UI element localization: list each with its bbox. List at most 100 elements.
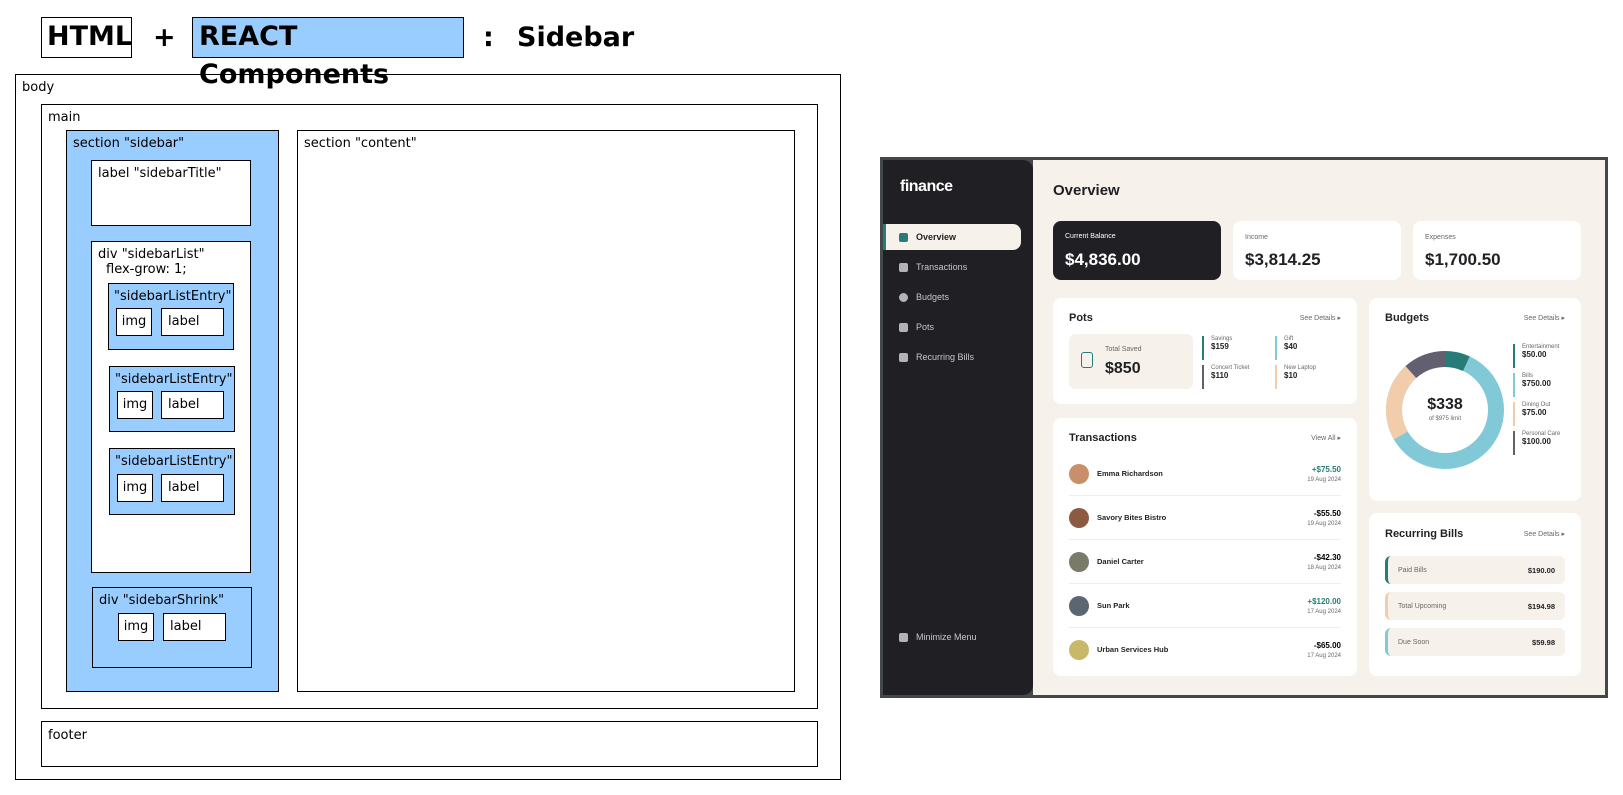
html-tag-box: HTML <box>41 17 132 58</box>
nav-label: Transactions <box>916 262 968 272</box>
total-saved-label: Total Saved <box>1105 346 1142 353</box>
tx-date: 18 Aug 2024 <box>1307 564 1341 571</box>
budget-center-value: $338 <box>1427 396 1463 413</box>
transaction-row[interactable]: Emma Richardson +$75.50 19 Aug 2024 <box>1069 452 1341 496</box>
pie-icon <box>899 292 908 302</box>
minimize-menu-button[interactable]: Minimize Menu <box>883 624 977 650</box>
bill-name: Due Soon <box>1398 638 1430 646</box>
sidebar-title-box: label "sidebarTitle" <box>91 160 251 226</box>
pot-value: $10 <box>1284 371 1298 380</box>
bill-row-paid: Paid Bills $190.00 <box>1385 556 1565 584</box>
pot-item-concert: Concert Ticket $110 <box>1202 365 1249 389</box>
avatar <box>1069 639 1089 660</box>
pot-value: $110 <box>1211 371 1229 380</box>
app-sidebar: finance Overview Transactions Budgets Po… <box>883 160 1033 695</box>
app-nav-list: Overview Transactions Budgets Pots Recur… <box>883 224 1021 370</box>
bill-amount: $190.00 <box>1527 565 1555 575</box>
nav-item-budgets[interactable]: Budgets <box>883 284 1021 310</box>
content-section-label: section "content" <box>304 136 417 151</box>
pots-see-details-link[interactable]: See Details ▸ <box>1300 314 1341 322</box>
entry-label-box: label <box>161 474 224 502</box>
footer-box: footer <box>41 721 818 767</box>
transaction-row[interactable]: Savory Bites Bistro -$55.50 19 Aug 2024 <box>1069 496 1341 540</box>
content-section-box: section "content" <box>297 130 795 692</box>
tx-amount: -$65.00 <box>1313 640 1341 650</box>
sidebar-list-label: div "sidebarList" <box>98 247 205 262</box>
tx-name: Daniel Carter <box>1097 557 1144 566</box>
budgets-title: Budgets <box>1385 312 1429 324</box>
budget-limit-text: of $975 limit <box>1428 416 1462 422</box>
summary-label: Income <box>1245 234 1268 241</box>
entry-img-box: img <box>117 391 153 419</box>
bills-see-details-link[interactable]: See Details ▸ <box>1524 530 1565 538</box>
transaction-row[interactable]: Urban Services Hub -$65.00 17 Aug 2024 <box>1069 628 1341 671</box>
link-label: View All <box>1311 435 1336 442</box>
pots-card: Pots See Details ▸ Total Saved $850 Savi… <box>1053 298 1357 404</box>
transaction-row[interactable]: Sun Park +$120.00 17 Aug 2024 <box>1069 584 1341 628</box>
entry-label-box: label <box>161 391 224 419</box>
nav-label: Recurring Bills <box>916 352 975 362</box>
tx-amount: -$55.50 <box>1313 508 1341 518</box>
home-icon <box>899 232 908 242</box>
budget-value: $50.00 <box>1522 350 1547 359</box>
tx-date: 17 Aug 2024 <box>1307 652 1341 659</box>
summary-label: Current Balance <box>1065 233 1116 240</box>
link-label: See Details <box>1523 315 1560 322</box>
tx-amount: -$42.30 <box>1313 552 1341 562</box>
footer-label: footer <box>48 728 87 743</box>
nav-item-transactions[interactable]: Transactions <box>883 254 1021 280</box>
nav-item-recurring-bills[interactable]: Recurring Bills <box>883 344 1021 370</box>
tx-amount: +$120.00 <box>1307 596 1341 606</box>
sidebar-shrink-label: div "sidebarShrink" <box>99 593 225 608</box>
transactions-view-all-link[interactable]: View All ▸ <box>1311 434 1341 442</box>
colon-sign: : <box>483 22 494 53</box>
flex-grow-note: flex-grow: 1; <box>106 262 187 277</box>
app-logo: finance <box>900 178 953 195</box>
tx-date: 17 Aug 2024 <box>1307 608 1341 615</box>
main-label: main <box>48 110 81 125</box>
bill-name: Total Upcoming <box>1398 602 1447 610</box>
avatar <box>1069 595 1089 616</box>
budget-value: $750.00 <box>1522 379 1551 388</box>
transactions-title: Transactions <box>1069 432 1137 444</box>
bill-name: Paid Bills <box>1398 566 1427 574</box>
transaction-row[interactable]: Daniel Carter -$42.30 18 Aug 2024 <box>1069 540 1341 584</box>
tx-name: Savory Bites Bistro <box>1097 513 1167 522</box>
nav-item-overview[interactable]: Overview <box>883 224 1021 250</box>
entry-img-box: img <box>117 474 153 502</box>
arrow-left-icon <box>899 632 908 642</box>
budget-item: Bills $750.00 <box>1513 373 1551 397</box>
avatar <box>1069 551 1089 572</box>
body-label: body <box>22 80 55 95</box>
budgets-see-details-link[interactable]: See Details ▸ <box>1524 314 1565 322</box>
app-page-title: Overview <box>1053 182 1120 199</box>
budgets-card: Budgets See Details ▸ $338 of $975 limit… <box>1369 298 1581 501</box>
nav-item-pots[interactable]: Pots <box>883 314 1021 340</box>
budget-item: Dining Out $75.00 <box>1513 402 1550 426</box>
nav-label: Budgets <box>916 292 950 302</box>
shrink-img-box: img <box>118 613 154 641</box>
summary-value: $1,700.50 <box>1425 250 1501 269</box>
total-saved-box: Total Saved $850 <box>1069 334 1193 389</box>
pots-title: Pots <box>1069 312 1093 324</box>
income-card: Income $3,814.25 <box>1233 221 1401 280</box>
entry-label: "sidebarListEntry" <box>114 289 232 304</box>
nav-label: Pots <box>916 322 935 332</box>
expenses-card: Expenses $1,700.50 <box>1413 221 1581 280</box>
topic-title: Sidebar <box>517 22 635 53</box>
recurring-bills-card: Recurring Bills See Details ▸ Paid Bills… <box>1369 513 1581 676</box>
link-label: See Details <box>1299 315 1336 322</box>
tx-date: 19 Aug 2024 <box>1307 476 1341 483</box>
pot-value: $159 <box>1211 342 1229 351</box>
arrows-icon <box>899 262 908 272</box>
html-label: HTML <box>47 21 133 52</box>
minimize-label: Minimize Menu <box>916 632 977 642</box>
plus-sign: + <box>153 22 176 53</box>
tx-amount: +$75.50 <box>1311 464 1341 474</box>
avatar <box>1069 463 1089 484</box>
budget-item: Personal Care $100.00 <box>1513 431 1560 455</box>
link-label: See Details <box>1523 531 1560 538</box>
jar-icon <box>899 322 908 332</box>
pot-jar-icon <box>1081 352 1093 368</box>
pot-value: $40 <box>1284 342 1298 351</box>
